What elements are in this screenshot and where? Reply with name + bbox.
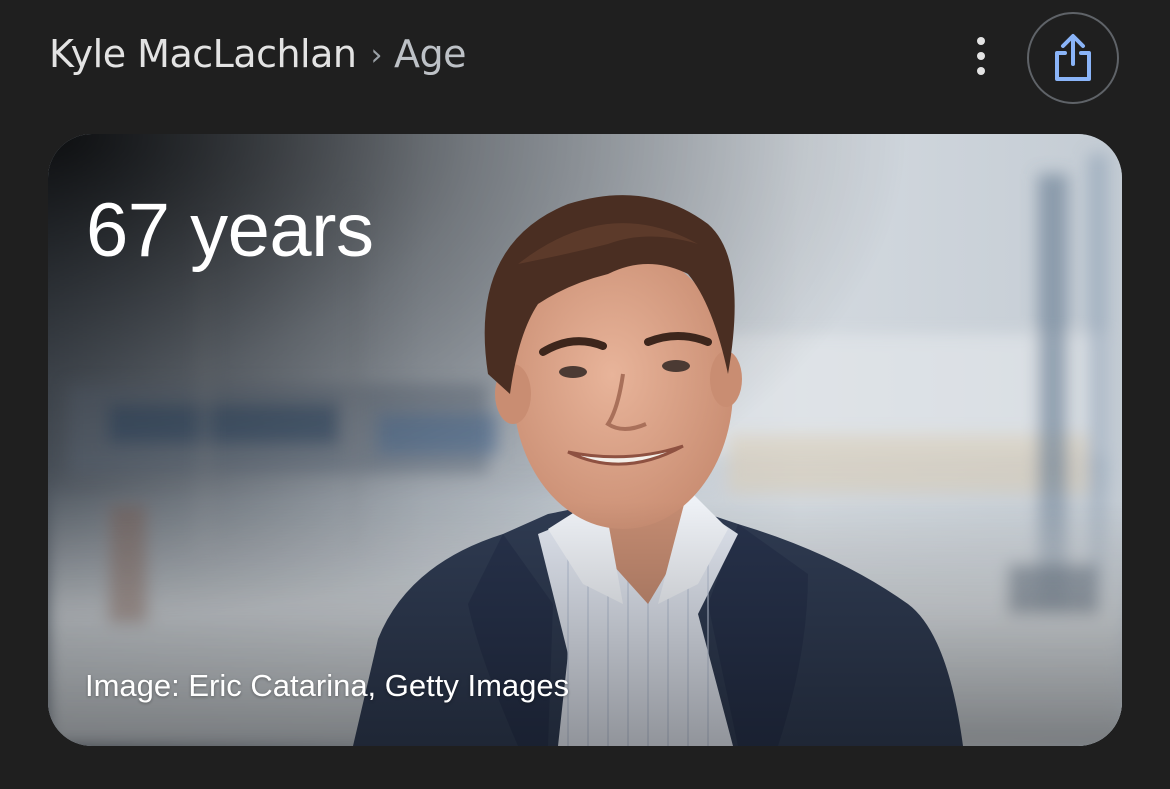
age-answer: 67 years: [86, 188, 374, 273]
image-credit: Image: Eric Catarina, Getty Images: [85, 668, 570, 703]
share-icon: [1055, 34, 1091, 81]
page: Kyle MacLachlan › Age 67 years Image: Er…: [0, 0, 1170, 789]
more-options-button[interactable]: [960, 32, 1002, 80]
share-button[interactable]: [1027, 12, 1119, 104]
answer-header: Kyle MacLachlan › Age: [0, 0, 1170, 110]
more-vert-icon: [977, 37, 985, 45]
breadcrumb-separator: ›: [370, 37, 382, 73]
breadcrumb: Kyle MacLachlan › Age: [49, 30, 466, 78]
age-card[interactable]: 67 years Image: Eric Catarina, Getty Ima…: [48, 134, 1122, 746]
breadcrumb-entity[interactable]: Kyle MacLachlan: [49, 32, 357, 76]
breadcrumb-attribute: Age: [393, 32, 467, 76]
